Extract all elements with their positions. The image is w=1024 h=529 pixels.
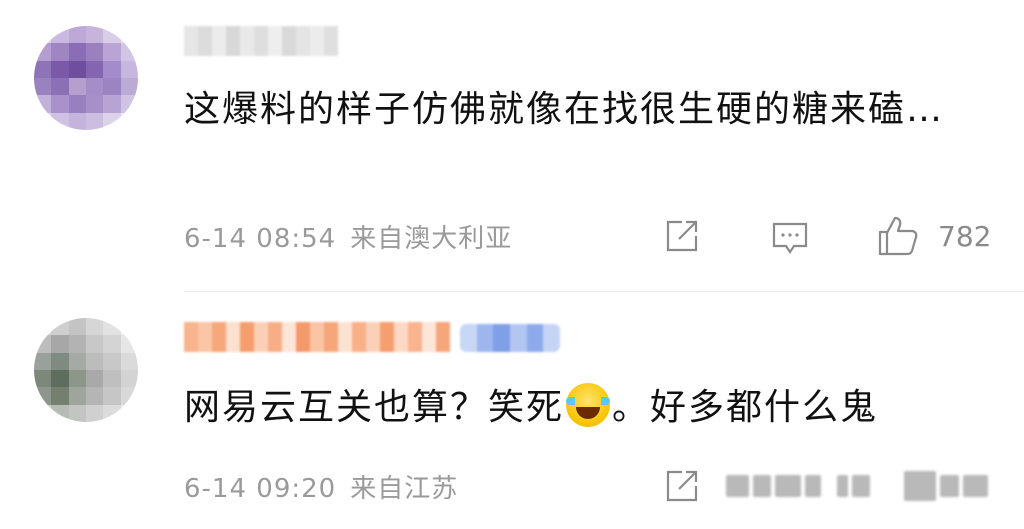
comment-time: 6-14 08:54 bbox=[184, 224, 337, 254]
comment-text: 网易云互关也算？笑死 。好多都什么鬼 bbox=[184, 378, 984, 438]
comment-meta: 6-14 08:54 来自澳大利亚 bbox=[184, 218, 512, 255]
laughing-crying-emoji bbox=[566, 383, 611, 427]
username-redacted[interactable] bbox=[184, 322, 454, 352]
share-icon[interactable] bbox=[662, 466, 702, 506]
redacted-actions bbox=[726, 468, 992, 504]
comment-text: 这爆料的样子仿佛就像在找很生硬的糖来磕… bbox=[184, 89, 945, 130]
avatar[interactable] bbox=[34, 318, 138, 422]
thumbs-up-icon[interactable] bbox=[876, 214, 920, 258]
comment-meta: 6-14 09:20 来自江苏 bbox=[184, 468, 458, 505]
comment-icon[interactable] bbox=[770, 218, 810, 258]
divider bbox=[184, 291, 1024, 292]
share-icon[interactable] bbox=[662, 216, 702, 256]
comment-location: 来自江苏 bbox=[350, 474, 459, 504]
comment-location: 来自澳大利亚 bbox=[350, 224, 513, 254]
avatar[interactable] bbox=[34, 26, 138, 130]
user-badge-redacted bbox=[460, 324, 560, 352]
comment-time: 6-14 09:20 bbox=[184, 474, 337, 504]
like-count: 782 bbox=[938, 220, 992, 253]
username-redacted[interactable] bbox=[184, 26, 344, 56]
